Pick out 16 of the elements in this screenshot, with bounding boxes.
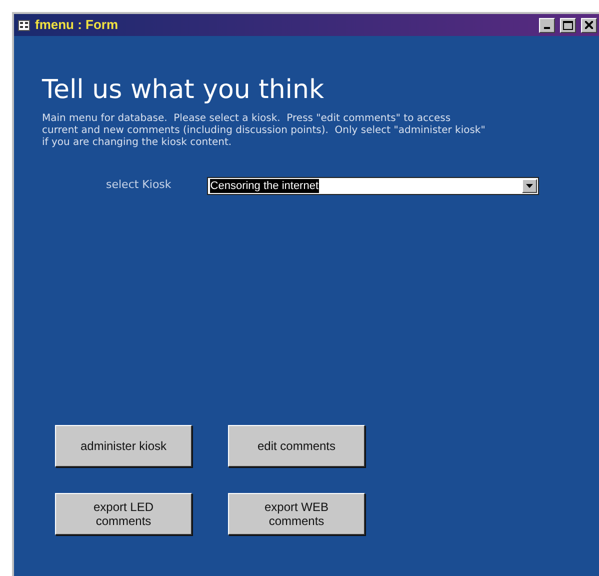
form-heading: Tell us what you think [42, 76, 326, 105]
close-button[interactable] [581, 18, 597, 32]
kiosk-dropdown[interactable]: Censoring the internet [207, 176, 540, 195]
close-icon [585, 21, 593, 29]
form-button[interactable]: export LED comments [55, 492, 192, 535]
form-button[interactable]: edit comments [228, 424, 365, 467]
form-icon [18, 20, 30, 30]
maximize-icon [563, 20, 573, 30]
kiosk-label: select Kiosk [106, 177, 172, 194]
form-button[interactable]: administer kiosk [55, 424, 192, 467]
window-title: fmenu : Form [35, 16, 118, 34]
maximize-button[interactable] [560, 18, 576, 32]
dropdown-arrow-icon [526, 184, 534, 188]
form-button[interactable]: export WEB comments [228, 492, 365, 535]
minimize-button[interactable] [539, 18, 555, 32]
description-text: Main menu for database. Please select a kiosk. Press "edit comments" to access current and new comments (including discussion points). Only select "administer kiosk" if you are changing the kiosk content. [42, 112, 486, 149]
